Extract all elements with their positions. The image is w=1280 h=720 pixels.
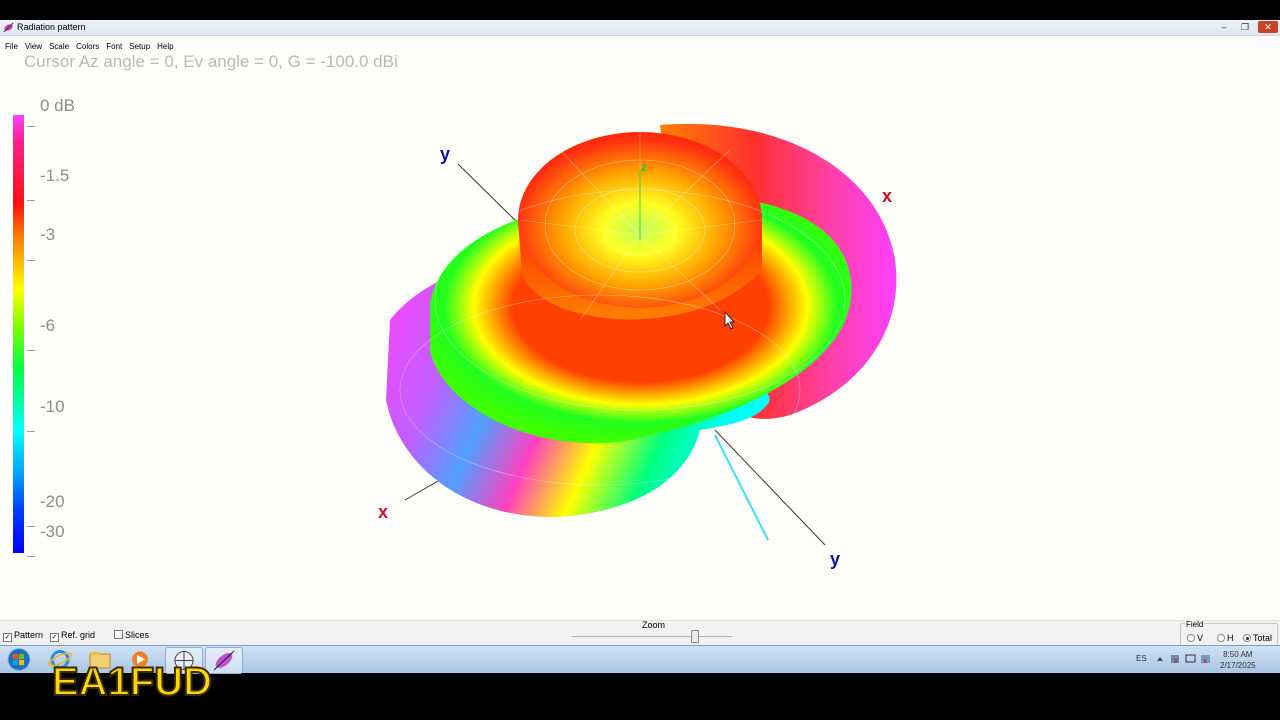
scale-label: -20 [40, 492, 65, 511]
scale-label: -3 [40, 225, 56, 244]
color-scale-bar [13, 115, 24, 553]
field-total-label: Total [1253, 633, 1273, 643]
y-axis-line-lower [714, 429, 826, 546]
clock-time: 8:50 AM [1223, 650, 1253, 659]
zoom-slider[interactable] [572, 636, 732, 637]
svg-text:x: x [1203, 656, 1207, 665]
keyboard-language[interactable]: ES [1136, 654, 1147, 663]
scale-tick [27, 431, 35, 432]
z-axis-label: z [641, 160, 647, 174]
pattern-label: Pattern [14, 630, 44, 640]
field-radio-v[interactable]: V [1187, 633, 1203, 643]
field-h-label: H [1227, 633, 1234, 643]
field-legend: Field [1185, 620, 1205, 629]
scale-tick [27, 260, 35, 261]
field-v-label: V [1197, 633, 1204, 643]
scale-tick [27, 350, 35, 351]
x-axis-label-right: x [882, 186, 892, 206]
scale-label-0db: 0 dB [40, 96, 75, 115]
field-group: Field V H Total [1180, 620, 1278, 646]
zoom-slider-thumb[interactable] [690, 630, 699, 643]
field-radio-total[interactable]: Total [1243, 633, 1272, 643]
system-tray-icons[interactable]: x x [1155, 653, 1215, 665]
app-window: Radiation pattern – ❐ ✕ File View Scale Col… [0, 20, 1280, 646]
field-radio-h[interactable]: H [1217, 633, 1234, 643]
y-axis-label-bottom: y [830, 549, 840, 569]
scale-tick [27, 200, 35, 201]
y-axis-line [457, 163, 521, 226]
slices-label: Slices [125, 630, 150, 640]
start-orb-icon[interactable] [2, 647, 38, 672]
pattern-checkbox[interactable]: ✓ Pattern [3, 630, 43, 642]
svg-text:x: x [1174, 656, 1178, 665]
field-vector-line [714, 434, 769, 541]
scale-tick [27, 556, 35, 557]
x-axis-line [404, 479, 441, 501]
y-axis-label-top: y [440, 144, 450, 164]
taskbar-clock[interactable]: 8:50 AM 2/17/2025 [1220, 649, 1256, 671]
slices-checkbox[interactable]: Slices [114, 630, 149, 640]
scale-tick [27, 126, 35, 127]
channel-watermark: EA1FUD [51, 659, 213, 705]
scale-label: -1.5 [40, 166, 70, 185]
scale-label: -30 [40, 522, 65, 541]
scale-tick [27, 526, 35, 527]
zoom-label: Zoom [642, 620, 666, 630]
radiation-pattern-plot[interactable]: y y x x z [0, 20, 1280, 620]
x-axis-label-left: x [378, 502, 388, 522]
bottom-controls: ✓ Pattern ✓ Ref. grid Slices Zoom Field V … [0, 620, 1280, 646]
scale-label: -6 [40, 316, 56, 335]
scale-label: -10 [40, 397, 65, 416]
ref-grid-label: Ref. grid [61, 630, 96, 640]
ref-grid-checkbox[interactable]: ✓ Ref. grid [50, 630, 95, 642]
clock-date: 2/17/2025 [1220, 661, 1256, 670]
